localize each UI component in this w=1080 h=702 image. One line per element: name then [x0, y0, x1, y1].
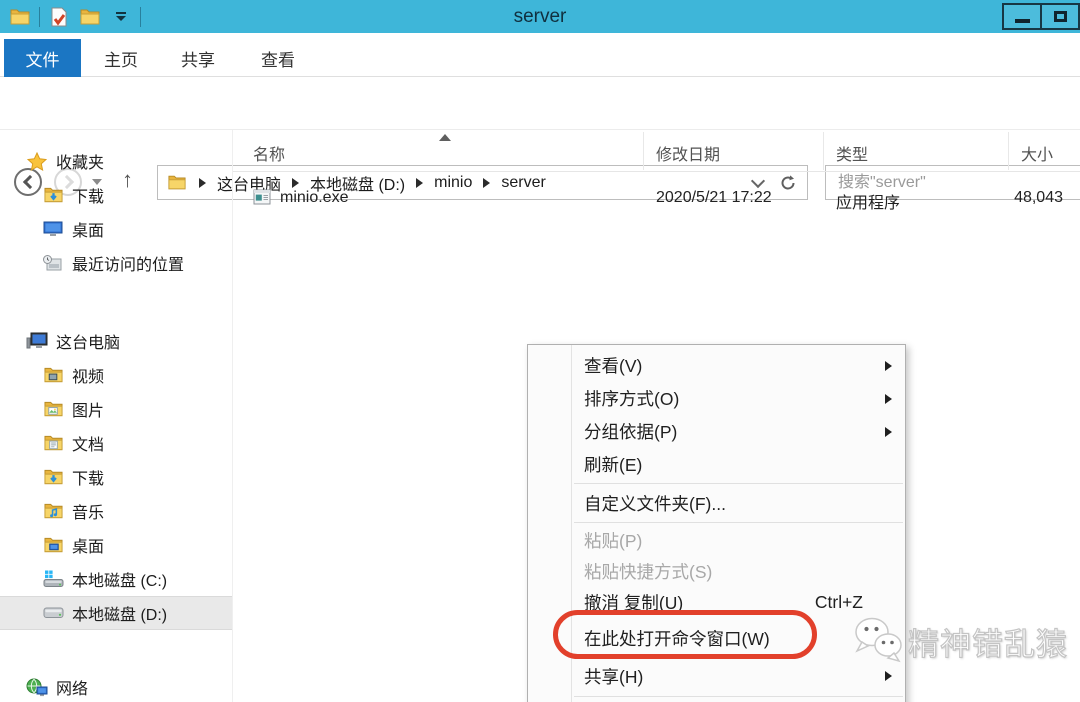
- sidebar-item-label: 音乐: [72, 505, 105, 522]
- sidebar-item-label: 图片: [72, 403, 105, 420]
- file-name: minio.exe: [280, 189, 349, 206]
- documents-folder-icon: [42, 434, 64, 452]
- sidebar-item-label: 视频: [72, 369, 105, 386]
- application-file-icon: [253, 189, 271, 210]
- menu-item-sort-by[interactable]: 排序方式(O): [528, 382, 905, 415]
- sidebar-section-this-pc[interactable]: 这台电脑: [0, 324, 232, 358]
- desktop-icon: [42, 220, 64, 238]
- star-icon: [26, 151, 48, 171]
- menu-item-group-by[interactable]: 分组依据(P): [528, 415, 905, 448]
- menu-shortcut: Ctrl+Z: [814, 592, 863, 612]
- watermark-text: 精神错乱猿: [907, 626, 1068, 662]
- sidebar-item-downloads[interactable]: 下载: [0, 460, 232, 494]
- download-folder-icon: [42, 468, 64, 486]
- sidebar-item-label: 桌面: [72, 539, 105, 556]
- sidebar-item-documents[interactable]: 文档: [0, 426, 232, 460]
- sidebar-item-videos[interactable]: 视频: [0, 358, 232, 392]
- tab-file[interactable]: 文件: [4, 39, 81, 77]
- submenu-arrow-icon: [885, 671, 892, 681]
- tab-home[interactable]: 主页: [93, 39, 149, 77]
- navigation-pane: 收藏夹 下载 桌面 最近访问的位置 这台电脑 视频 图片 文档 下载 音乐 桌面…: [0, 130, 232, 702]
- menu-item-customize-folder[interactable]: 自定义文件夹(F)...: [528, 486, 905, 520]
- column-divider: [643, 132, 644, 170]
- sidebar-item-desktop[interactable]: 桌面: [0, 528, 232, 562]
- sidebar-item-label: 文档: [72, 437, 105, 454]
- sidebar-section-label: 网络: [56, 681, 89, 698]
- menu-item-refresh[interactable]: 刷新(E): [528, 448, 905, 481]
- sidebar-section-favorites[interactable]: 收藏夹: [0, 144, 232, 178]
- ribbon-tab-bar: 文件 主页 共享 查看: [0, 33, 1080, 77]
- menu-item-view[interactable]: 查看(V): [528, 349, 905, 382]
- sidebar-item-downloads-fav[interactable]: 下载: [0, 178, 232, 212]
- file-size: 48,043: [1014, 189, 1063, 206]
- pictures-folder-icon: [42, 400, 64, 418]
- recent-places-icon: [42, 254, 64, 272]
- menu-separator: [574, 522, 903, 523]
- wechat-icon: [855, 617, 902, 663]
- sidebar-section-label: 收藏夹: [56, 155, 105, 172]
- sidebar-item-label: 本地磁盘 (C:): [72, 573, 168, 590]
- sidebar-item-recent-places[interactable]: 最近访问的位置: [0, 246, 232, 280]
- file-row-minio-exe[interactable]: minio.exe 2020/5/21 17:22 应用程序 48,043: [233, 184, 1080, 214]
- sidebar-item-label: 桌面: [72, 223, 105, 240]
- menu-separator: [574, 483, 903, 484]
- column-header-name[interactable]: 名称: [253, 141, 285, 165]
- file-modified-date: 2020/5/21 17:22: [656, 189, 772, 206]
- menu-item-paste-shortcut: 粘贴快捷方式(S): [584, 562, 713, 582]
- sidebar-item-music[interactable]: 音乐: [0, 494, 232, 528]
- computer-icon: [26, 332, 48, 350]
- sidebar-item-pictures[interactable]: 图片: [0, 392, 232, 426]
- annotation-red-oval: [553, 610, 817, 659]
- column-divider: [823, 132, 824, 170]
- menu-separator: [574, 696, 903, 697]
- file-type: 应用程序: [836, 195, 901, 212]
- sidebar-item-label: 本地磁盘 (D:): [72, 607, 168, 624]
- tab-view[interactable]: 查看: [250, 39, 306, 77]
- sidebar-item-desktop-fav[interactable]: 桌面: [0, 212, 232, 246]
- sidebar-section-label: 这台电脑: [56, 335, 121, 352]
- sidebar-item-label: 最近访问的位置: [72, 257, 185, 274]
- minimize-icon: [1014, 18, 1030, 23]
- sidebar-item-label: 下载: [72, 471, 105, 488]
- title-bar: server: [0, 0, 1080, 33]
- menu-item-share[interactable]: 共享(H): [528, 658, 905, 694]
- sidebar-item-disk-d[interactable]: 本地磁盘 (D:): [0, 596, 232, 630]
- disk-icon: [42, 604, 64, 622]
- desktop-folder-icon: [42, 536, 64, 554]
- column-header-row: 名称 修改日期 类型 大小: [233, 130, 1080, 172]
- sidebar-item-disk-c[interactable]: 本地磁盘 (C:): [0, 562, 232, 596]
- maximize-icon: [1053, 11, 1067, 22]
- tab-share[interactable]: 共享: [170, 39, 226, 77]
- navigation-bar: ↑ 这台电脑 本地磁盘 (D:) minio server: [0, 77, 1080, 200]
- submenu-arrow-icon: [885, 360, 892, 371]
- music-folder-icon: [42, 502, 64, 520]
- column-divider: [1008, 132, 1009, 170]
- sidebar-section-network[interactable]: 网络: [0, 670, 232, 702]
- submenu-arrow-icon: [885, 393, 892, 404]
- videos-folder-icon: [42, 366, 64, 384]
- column-header-type[interactable]: 类型: [836, 141, 868, 165]
- network-icon: [26, 678, 48, 696]
- column-header-modified[interactable]: 修改日期: [656, 141, 720, 165]
- os-disk-icon: [42, 570, 64, 588]
- column-header-size[interactable]: 大小: [1021, 141, 1053, 165]
- maximize-button[interactable]: [1040, 3, 1080, 30]
- menu-item-paste: 粘贴(P): [584, 531, 643, 551]
- minimize-button[interactable]: [1002, 3, 1042, 30]
- sidebar-item-label: 下载: [72, 189, 105, 206]
- sort-ascending-icon: [439, 134, 451, 141]
- watermark: 精神错乱猿: [850, 615, 1068, 667]
- submenu-arrow-icon: [885, 426, 892, 437]
- window-title: server: [513, 5, 567, 27]
- download-folder-icon: [42, 186, 64, 204]
